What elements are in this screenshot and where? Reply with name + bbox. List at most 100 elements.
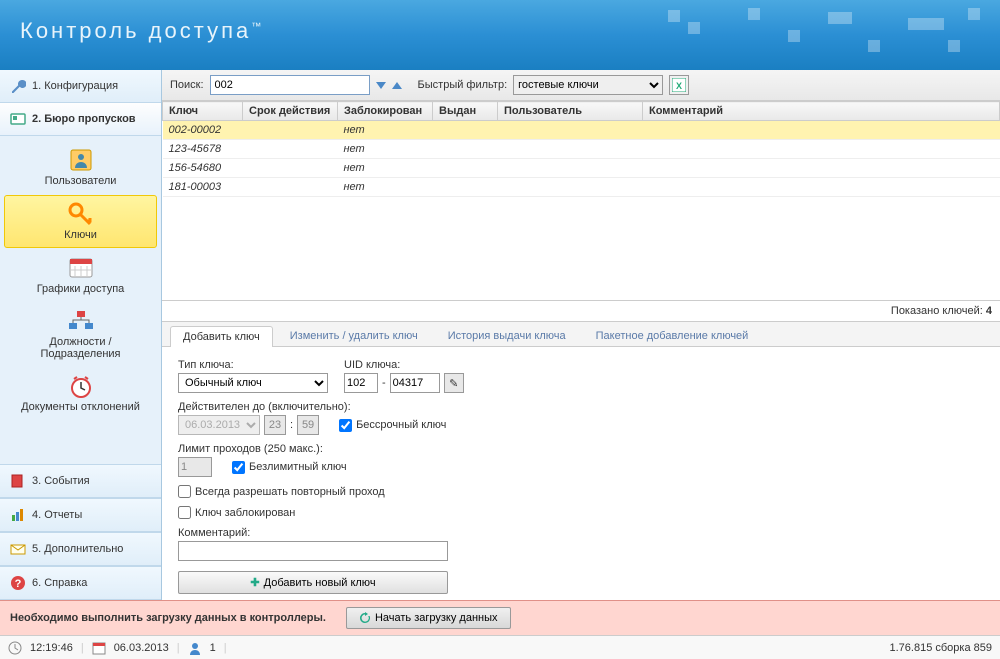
nav-reports[interactable]: 4. Отчеты: [0, 498, 161, 532]
status-time: 12:19:46: [30, 642, 73, 654]
clock-icon: [8, 374, 153, 398]
uid2-input[interactable]: [390, 373, 440, 393]
valid-hour-input: [264, 415, 286, 435]
clock-icon: [8, 641, 22, 655]
comment-label: Комментарий:: [178, 527, 984, 539]
header-decoration: [600, 0, 1000, 70]
filter-select[interactable]: гостевые ключи: [513, 75, 663, 95]
mail-icon: [10, 541, 26, 557]
uid-label: UID ключа:: [344, 359, 464, 371]
sub-nav: Пользователи Ключи Графики доступа Должн…: [0, 136, 161, 464]
wrench-icon: [10, 78, 26, 94]
table-row[interactable]: 156-54680нет: [163, 159, 1000, 178]
unlimited-pass-label: Безлимитный ключ: [249, 461, 347, 473]
tab-history[interactable]: История выдачи ключа: [435, 325, 579, 346]
app-header: Контроль доступа™: [0, 0, 1000, 70]
uid-gen-button[interactable]: ✎: [444, 373, 464, 393]
add-key-form: Тип ключа: Обычный ключ UID ключа: - ✎ Д…: [162, 347, 1000, 606]
search-input[interactable]: [210, 75, 370, 95]
blocked-label: Ключ заблокирован: [195, 507, 295, 519]
nav-label: 2. Бюро пропусков: [32, 113, 136, 125]
help-icon: ?: [10, 575, 26, 591]
col-issued[interactable]: Выдан: [433, 102, 498, 121]
nav-extra[interactable]: 5. Дополнительно: [0, 532, 161, 566]
nav-label: 1. Конфигурация: [32, 80, 118, 92]
sub-label: Документы отклонений: [8, 401, 153, 413]
valid-min-input: [297, 415, 319, 435]
repass-checkbox[interactable]: [178, 485, 191, 498]
org-icon: [8, 309, 153, 333]
col-key[interactable]: Ключ: [163, 102, 243, 121]
nav-events[interactable]: 3. События: [0, 464, 161, 498]
search-up-icon[interactable]: [392, 82, 402, 89]
valid-date-select: 06.03.2013: [178, 415, 260, 435]
calendar-icon: [8, 256, 153, 280]
status-version: 1.76.815 сборка 859: [890, 642, 993, 654]
sub-label: Графики доступа: [8, 283, 153, 295]
status-date: 06.03.2013: [114, 642, 169, 654]
sub-schedules[interactable]: Графики доступа: [4, 250, 157, 301]
keys-grid: Ключ Срок действия Заблокирован Выдан По…: [162, 101, 1000, 301]
upload-button[interactable]: Начать загрузку данных: [346, 607, 511, 629]
uid1-input[interactable]: [344, 373, 378, 393]
users-icon: [8, 148, 153, 172]
sub-documents[interactable]: Документы отклонений: [4, 368, 157, 419]
blocked-checkbox[interactable]: [178, 506, 191, 519]
user-small-icon: [188, 641, 202, 655]
refresh-icon: [359, 612, 371, 624]
calendar-small-icon: [92, 641, 106, 655]
excel-icon: X: [672, 78, 686, 92]
sub-keys[interactable]: Ключи: [4, 195, 157, 248]
status-bar: 12:19:46 | 06.03.2013 | 1 | 1.76.815 сбо…: [0, 635, 1000, 659]
sub-departments[interactable]: Должности / Подразделения: [4, 303, 157, 366]
comment-input[interactable]: [178, 541, 448, 561]
tab-add[interactable]: Добавить ключ: [170, 326, 273, 347]
unlimited-checkbox[interactable]: [339, 419, 352, 432]
tab-edit[interactable]: Изменить / удалить ключ: [277, 325, 431, 346]
nav-config[interactable]: 1. Конфигурация: [0, 70, 161, 103]
chart-icon: [10, 507, 26, 523]
toolbar: Поиск: Быстрый фильтр: гостевые ключи X: [162, 70, 1000, 101]
nav-label: 6. Справка: [32, 577, 87, 589]
nav-label: 4. Отчеты: [32, 509, 82, 521]
col-blocked[interactable]: Заблокирован: [338, 102, 433, 121]
sidebar: 1. Конфигурация 2. Бюро пропусков Пользо…: [0, 70, 162, 600]
search-label: Поиск:: [170, 79, 204, 91]
key-type-select[interactable]: Обычный ключ: [178, 373, 328, 393]
sub-users[interactable]: Пользователи: [4, 142, 157, 193]
table-row[interactable]: 181-00003нет: [163, 178, 1000, 197]
col-valid[interactable]: Срок действия: [243, 102, 338, 121]
unlimited-label: Бессрочный ключ: [356, 419, 446, 431]
svg-text:?: ?: [15, 578, 22, 590]
tabs: Добавить ключ Изменить / удалить ключ Ис…: [162, 322, 1000, 347]
book-icon: [10, 473, 26, 489]
add-key-button[interactable]: ✚ Добавить новый ключ: [178, 571, 448, 594]
table-row[interactable]: 002-00002нет: [163, 121, 1000, 140]
limit-input: [178, 457, 212, 477]
table-row[interactable]: 123-45678нет: [163, 140, 1000, 159]
status-users: 1: [210, 642, 216, 654]
nav-label: 5. Дополнительно: [32, 543, 123, 555]
sub-label: Ключи: [9, 229, 152, 241]
svg-text:X: X: [676, 81, 682, 91]
col-comment[interactable]: Комментарий: [643, 102, 1000, 121]
col-user[interactable]: Пользователь: [498, 102, 643, 121]
wand-icon: ✎: [449, 377, 458, 390]
filter-label: Быстрый фильтр:: [418, 79, 508, 91]
sub-label: Должности / Подразделения: [8, 336, 153, 360]
warning-text: Необходимо выполнить загрузку данных в к…: [10, 612, 326, 624]
repass-label: Всегда разрешать повторный проход: [195, 486, 385, 498]
search-down-icon[interactable]: [376, 82, 386, 89]
main-panel: Поиск: Быстрый фильтр: гостевые ключи X …: [162, 70, 1000, 600]
sub-label: Пользователи: [8, 175, 153, 187]
limit-label: Лимит проходов (250 макс.):: [178, 443, 984, 455]
unlimited-pass-checkbox[interactable]: [232, 461, 245, 474]
type-label: Тип ключа:: [178, 359, 328, 371]
key-icon: [9, 202, 152, 226]
nav-bureau[interactable]: 2. Бюро пропусков: [0, 103, 161, 136]
grid-count: Показано ключей: 4: [162, 301, 1000, 322]
nav-help[interactable]: ? 6. Справка: [0, 566, 161, 600]
export-excel-button[interactable]: X: [669, 75, 689, 95]
tab-batch[interactable]: Пакетное добавление ключей: [583, 325, 762, 346]
card-icon: [10, 111, 26, 127]
